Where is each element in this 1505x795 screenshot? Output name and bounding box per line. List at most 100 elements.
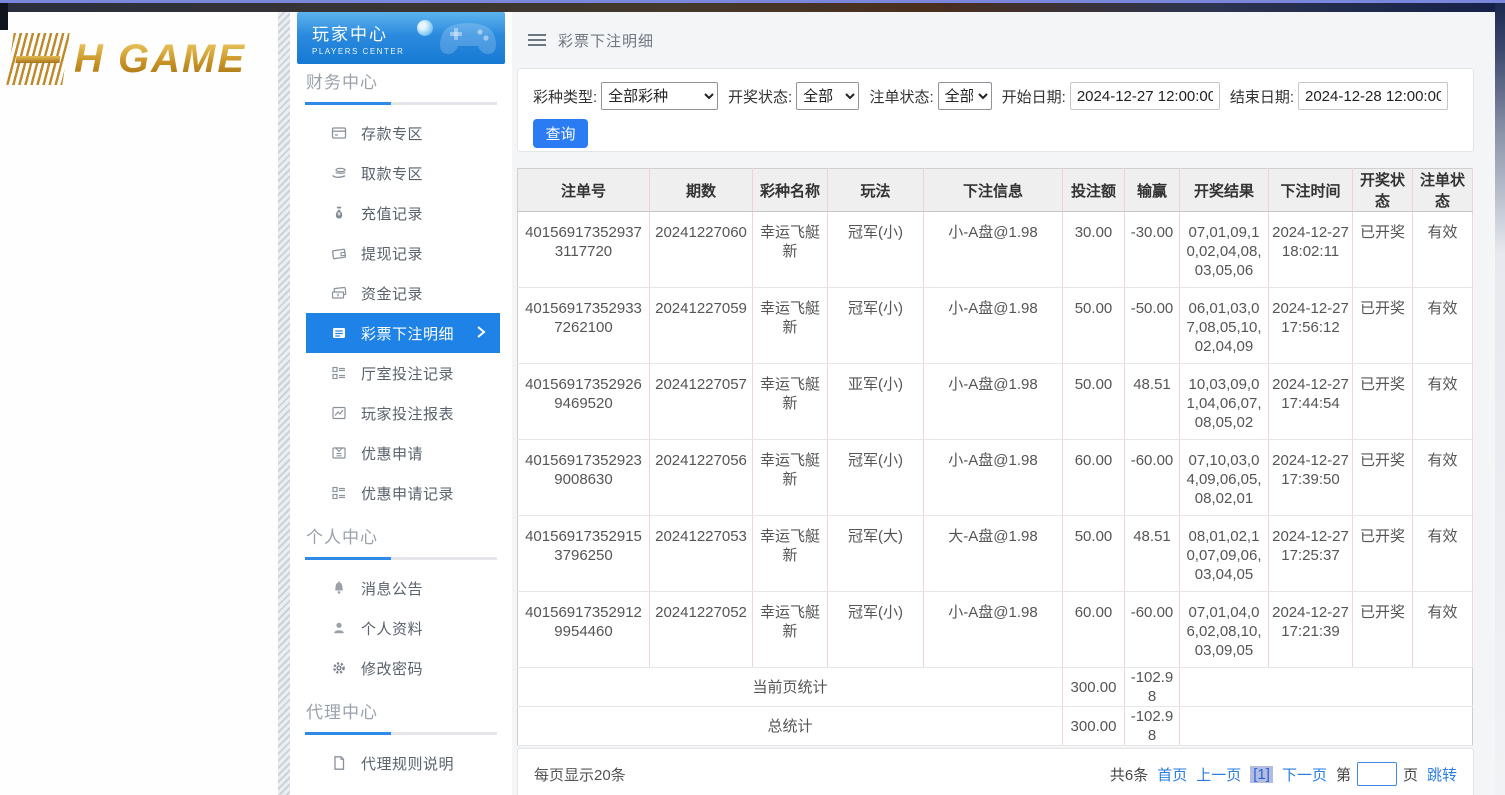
sidebar-item-announcements[interactable]: 消息公告: [306, 568, 500, 608]
sidebar-item-withdraw-record[interactable]: 提现记录: [306, 233, 500, 273]
lottery-type-label: 彩种类型:: [533, 88, 598, 106]
gear-icon: [333, 662, 345, 674]
cell-play-type: 冠军(小): [827, 287, 924, 364]
cell-order-id: 401569173529337262100: [517, 287, 650, 364]
sidebar-item-withdraw[interactable]: 取款专区: [306, 153, 500, 193]
sidebar-item-label: 提现记录: [361, 245, 424, 263]
sidebar-item-agent-rules[interactable]: 代理规则说明: [306, 743, 500, 783]
grid-list-icon: [332, 486, 345, 500]
glow-orb-icon: [417, 20, 433, 36]
sidebar-item-label: 取款专区: [361, 165, 424, 183]
end-date-input[interactable]: [1298, 82, 1448, 110]
cell-lottery-name: 幸运飞艇新: [752, 287, 828, 364]
hamburger-icon[interactable]: [528, 33, 546, 47]
cell-bet-amount: 60.00: [1062, 591, 1125, 668]
cell-play-type: 冠军(大): [827, 515, 924, 592]
cell-bet-time: 2024-12-27 17:56:12: [1268, 287, 1353, 364]
sidebar-item-recharge-record[interactable]: ¥ 充值记录: [306, 193, 500, 233]
sidebar-item-label: 玩家投注报表: [361, 405, 455, 423]
cell-draw-result: 07,01,09,10,02,04,08,03,05,06: [1179, 211, 1269, 288]
sidebar-item-promo-apply[interactable]: 优惠申请: [306, 433, 500, 473]
draw-status-label: 开奖状态:: [727, 88, 793, 106]
table-row: 401569173529239008630 20241227056 幸运飞艇新 …: [517, 439, 1473, 516]
banknote-icon: ¥: [331, 286, 347, 299]
summary-label: 当前页统计: [517, 667, 1063, 707]
lottery-type-select[interactable]: 全部彩种: [601, 82, 718, 110]
cell-winloss: 48.51: [1124, 515, 1180, 592]
column-header: 期数: [649, 168, 753, 212]
cell-play-type: 冠军(小): [827, 439, 924, 516]
cell-draw-result: 07,01,04,06,02,08,10,03,09,05: [1179, 591, 1269, 668]
page-summary-row: 当前页统计 300.00 -102.98: [517, 667, 1473, 707]
sidebar-item-agent-team-stats[interactable]: 代理团队统计: [306, 783, 500, 795]
table-row: 401569173529373117720 20241227060 幸运飞艇新 …: [517, 211, 1473, 288]
sidebar-item-promo-apply-record[interactable]: 优惠申请记录: [306, 473, 500, 513]
cell-bet-amount: 50.00: [1062, 363, 1125, 440]
column-header: 投注额: [1062, 168, 1125, 212]
draw-status-select[interactable]: 全部: [796, 82, 860, 110]
sidebar-item-label: 修改密码: [361, 660, 424, 678]
corner-decoration: [0, 3, 8, 30]
cell-bet-info: 大-A盘@1.98: [923, 515, 1063, 592]
cell-bet-amount: 30.00: [1062, 211, 1125, 288]
cell-bet-info: 小-A盘@1.98: [923, 363, 1063, 440]
cell-play-type: 亚军(小): [827, 363, 924, 440]
cell-bet-amount: 50.00: [1062, 287, 1125, 364]
cell-draw-status: 已开奖: [1352, 287, 1413, 364]
column-header: 输赢: [1124, 168, 1180, 212]
cell-order-status: 有效: [1412, 211, 1473, 288]
cell-issue: 20241227059: [649, 287, 753, 364]
table-header-row: 注单号 期数 彩种名称 玩法 下注信息 投注额 输赢 开奖结果 下注时间 开奖状…: [517, 168, 1473, 212]
jump-suffix-text: 页: [1402, 766, 1418, 784]
prev-page-link[interactable]: 上一页: [1196, 764, 1241, 785]
cell-lottery-name: 幸运飞艇新: [752, 211, 828, 288]
cell-winloss: 48.51: [1124, 363, 1180, 440]
sidebar-item-lottery-bet-details[interactable]: 彩票下注明细: [306, 313, 500, 353]
column-header: 注单状态: [1412, 168, 1473, 212]
cell-bet-info: 小-A盘@1.98: [923, 211, 1063, 288]
summary-bet-total: 300.00: [1062, 706, 1125, 746]
start-date-label: 开始日期:: [1001, 88, 1066, 106]
cell-issue: 20241227056: [649, 439, 753, 516]
cell-bet-time: 2024-12-27 17:25:37: [1268, 515, 1353, 592]
sidebar-item-label: 资金记录: [361, 285, 424, 303]
first-page-link[interactable]: 首页: [1157, 764, 1187, 785]
order-status-select[interactable]: 全部: [937, 82, 992, 110]
summary-empty: [1179, 667, 1473, 707]
end-date-label: 结束日期:: [1229, 88, 1294, 106]
cell-order-id: 401569173529269469520: [517, 363, 650, 440]
top-accent-line: [0, 0, 1505, 3]
ticket-icon: [332, 447, 346, 459]
sidebar-item-profile[interactable]: 个人资料: [306, 608, 500, 648]
grid-list-icon: [332, 366, 345, 380]
sidebar-item-change-password[interactable]: 修改密码: [306, 648, 500, 688]
next-page-link[interactable]: 下一页: [1282, 764, 1327, 785]
cell-draw-result: 06,01,03,07,08,05,10,02,04,09: [1179, 287, 1269, 364]
cell-winloss: -60.00: [1124, 591, 1180, 668]
start-date-input[interactable]: [1069, 82, 1220, 110]
gamepad-icon: [440, 23, 496, 54]
jump-button[interactable]: 跳转: [1427, 764, 1457, 785]
cell-play-type: 冠军(小): [827, 211, 924, 288]
section-rule: [305, 102, 497, 105]
sidebar-item-hall-bet-record[interactable]: 厅室投注记录: [306, 353, 500, 393]
sidebar-item-player-bet-report[interactable]: 玩家投注报表: [306, 393, 500, 433]
sidebar-item-label: 优惠申请记录: [361, 485, 455, 503]
cell-draw-result: 07,10,03,04,09,06,05,08,02,01: [1179, 439, 1269, 516]
summary-empty: [1179, 706, 1473, 746]
person-icon: [334, 622, 344, 634]
total-count-text: 共6条: [1109, 766, 1149, 784]
cell-draw-status: 已开奖: [1352, 515, 1413, 592]
cell-bet-time: 2024-12-27 17:44:54: [1268, 363, 1353, 440]
table-row: 401569173529153796250 20241227053 幸运飞艇新 …: [517, 515, 1473, 592]
query-button[interactable]: 查询: [533, 119, 588, 148]
cell-draw-result: 10,03,09,01,04,06,07,08,05,02: [1179, 363, 1269, 440]
cell-issue: 20241227052: [649, 591, 753, 668]
sidebar-item-label: 消息公告: [361, 580, 424, 598]
bets-table: 注单号 期数 彩种名称 玩法 下注信息 投注额 输赢 开奖结果 下注时间 开奖状…: [517, 168, 1473, 746]
sidebar-item-deposit[interactable]: 存款专区: [306, 113, 500, 153]
page-jump-input[interactable]: [1356, 762, 1397, 786]
cell-issue: 20241227053: [649, 515, 753, 592]
sidebar-item-fund-record[interactable]: ¥ 资金记录: [306, 273, 500, 313]
table-row: 401569173529269469520 20241227057 幸运飞艇新 …: [517, 363, 1473, 440]
